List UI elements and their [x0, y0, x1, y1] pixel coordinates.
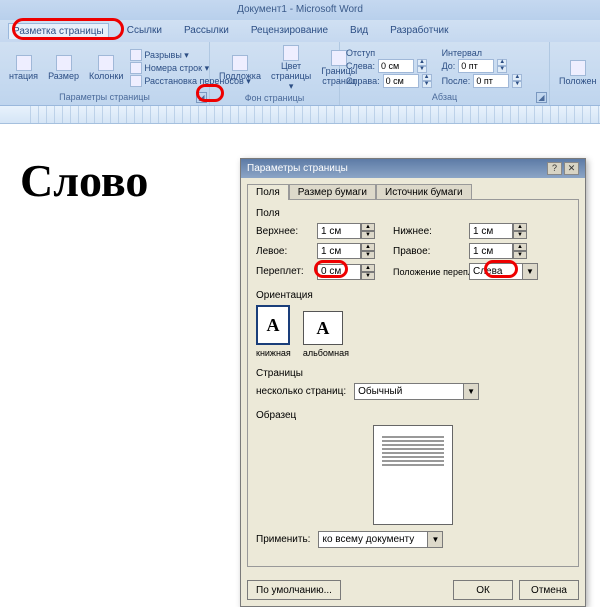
orientation-portrait[interactable]: Aкнижная — [256, 305, 291, 358]
dialog-titlebar[interactable]: Параметры страницы ?✕ — [241, 159, 585, 178]
margins-section: Поля — [256, 208, 570, 219]
multi-pages-select[interactable] — [354, 383, 464, 400]
position-button[interactable]: Положен — [556, 59, 600, 88]
dlg-tab-source[interactable]: Источник бумаги — [376, 184, 472, 200]
indent-left-label: Слева: — [346, 61, 375, 71]
dlg-tab-paper[interactable]: Размер бумаги — [289, 184, 376, 200]
page-setup-dialog: Параметры страницы ?✕ Поля Размер бумаги… — [240, 158, 586, 607]
ok-button[interactable]: ОК — [453, 580, 513, 600]
margin-right-label: Правое: — [393, 246, 463, 257]
indent-left-input[interactable] — [378, 59, 414, 73]
multi-pages-label: несколько страниц: — [256, 386, 346, 397]
dialog-title: Параметры страницы — [247, 163, 348, 174]
pages-section: Страницы — [256, 368, 570, 379]
paragraph-launcher[interactable]: ◢ — [536, 92, 547, 103]
margin-right-input[interactable] — [469, 243, 513, 259]
pagecolor-icon — [283, 45, 299, 61]
ribbon-tabs: Разметка страницы Ссылки Рассылки Реценз… — [0, 20, 600, 42]
size-button[interactable]: Размер — [45, 54, 82, 83]
gutter-input[interactable] — [317, 264, 361, 280]
group-page-label: Параметры страницы — [6, 92, 203, 103]
tab-mailings[interactable]: Рассылки — [180, 23, 233, 39]
group-page-background: Подложка Цвет страницы ▾ Границы страниц… — [210, 42, 340, 105]
orientation-section: Ориентация — [256, 290, 570, 301]
margin-left-label: Левое: — [256, 246, 311, 257]
page-setup-launcher[interactable]: ◢ — [196, 92, 207, 103]
tab-developer[interactable]: Разработчик — [386, 23, 452, 39]
apply-to-select[interactable] — [318, 531, 428, 548]
margin-left-input[interactable] — [317, 243, 361, 259]
help-button[interactable]: ? — [547, 162, 562, 175]
preview-thumbnail — [373, 425, 453, 525]
orientation-landscape[interactable]: Aальбомная — [303, 311, 349, 358]
dlg-tab-margins[interactable]: Поля — [247, 184, 289, 200]
spacing-before-label: До: — [442, 61, 456, 71]
margin-top-label: Верхнее: — [256, 226, 311, 237]
margin-bottom-input[interactable] — [469, 223, 513, 239]
spacing-header: Интервал — [442, 48, 523, 58]
close-button[interactable]: ✕ — [564, 162, 579, 175]
margin-top-input[interactable] — [317, 223, 361, 239]
page-color-button[interactable]: Цвет страницы ▾ — [268, 44, 314, 93]
columns-icon — [98, 55, 114, 71]
chevron-down-icon[interactable]: ▼ — [464, 383, 479, 400]
preview-section: Образец — [256, 410, 570, 421]
gutter-label: Переплет: — [256, 266, 311, 277]
indent-right-input[interactable] — [383, 74, 419, 88]
horizontal-ruler[interactable] — [0, 106, 600, 124]
default-button[interactable]: По умолчанию... — [247, 580, 341, 600]
ribbon: нтация Размер Колонки Разрывы ▾ Номера с… — [0, 42, 600, 106]
margin-bottom-label: Нижнее: — [393, 226, 463, 237]
dialog-tabs: Поля Размер бумаги Источник бумаги — [241, 178, 585, 200]
spacing-after-input[interactable] — [473, 74, 509, 88]
down-icon[interactable]: ▼ — [417, 66, 427, 73]
up-icon[interactable]: ▲ — [417, 59, 427, 66]
orientation-icon — [16, 55, 32, 71]
tab-references[interactable]: Ссылки — [123, 23, 166, 39]
size-icon — [56, 55, 72, 71]
watermark-button[interactable]: Подложка — [216, 54, 264, 83]
gutter-pos-select[interactable] — [469, 263, 523, 280]
chevron-down-icon[interactable]: ▼ — [523, 263, 538, 280]
orientation-button[interactable]: нтация — [6, 54, 41, 83]
group-para-label: Абзац — [346, 92, 543, 103]
group-page-setup: нтация Размер Колонки Разрывы ▾ Номера с… — [0, 42, 210, 105]
apply-to-label: Применить: — [256, 534, 310, 545]
spacing-after-label: После: — [442, 76, 471, 86]
hyphen-icon — [130, 75, 142, 87]
group-bg-label: Фон страницы — [216, 93, 333, 104]
group-paragraph: Отступ Слева:▲▼ Справа:▲▼ Интервал До:▲▼… — [340, 42, 550, 105]
breaks-icon — [130, 49, 142, 61]
chevron-down-icon[interactable]: ▼ — [428, 531, 443, 548]
indent-right-label: Справа: — [346, 76, 380, 86]
numbers-icon — [130, 62, 142, 74]
watermark-icon — [232, 55, 248, 71]
tab-page-layout[interactable]: Разметка страницы — [8, 23, 109, 39]
columns-button[interactable]: Колонки — [86, 54, 126, 83]
app-titlebar: Документ1 - Microsoft Word — [0, 0, 600, 20]
group-arrange: Положен — [550, 42, 598, 105]
gutter-pos-label: Положение переплета: — [393, 267, 463, 277]
indent-header: Отступ — [346, 48, 432, 58]
tab-view[interactable]: Вид — [346, 23, 372, 39]
spacing-before-input[interactable] — [458, 59, 494, 73]
cancel-button[interactable]: Отмена — [519, 580, 579, 600]
position-icon — [570, 60, 586, 76]
tab-review[interactable]: Рецензирование — [247, 23, 332, 39]
